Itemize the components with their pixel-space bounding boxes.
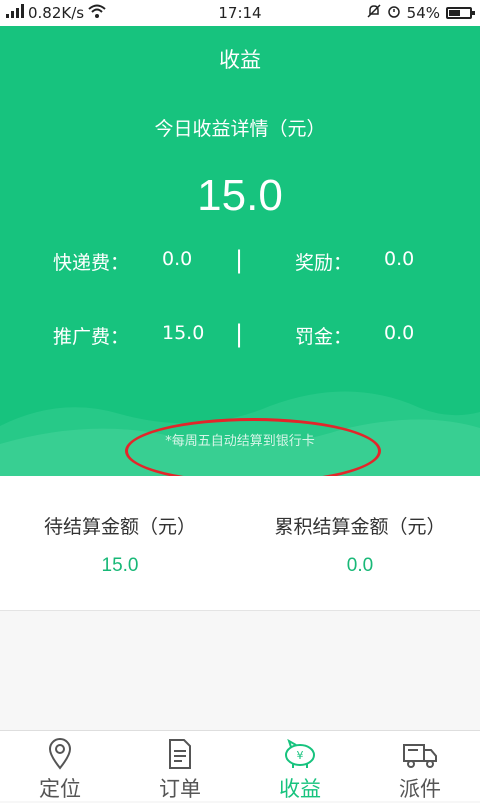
location-pin-icon bbox=[0, 737, 120, 771]
promotion-fee-label: 推广费： bbox=[53, 326, 130, 348]
row-divider: | bbox=[235, 246, 244, 274]
earnings-header: 收益 今日收益详情（元） 15.0 快递费： 0.0 | 奖励： 0.0 推广费… bbox=[0, 26, 480, 476]
earnings-row-1: 快递费： 0.0 | 奖励： 0.0 bbox=[0, 246, 480, 278]
piggy-bank-icon: ¥ bbox=[240, 737, 360, 771]
status-right: 54% bbox=[367, 4, 475, 22]
bottom-nav: 定位 订单 ¥ 收益 派件 bbox=[0, 730, 480, 801]
tab-location[interactable]: 定位 bbox=[0, 737, 120, 803]
battery-percent: 54% bbox=[406, 4, 440, 22]
pending-settlement-label: 待结算金额（元） bbox=[43, 516, 196, 538]
total-settlement: 累积结算金额（元） 0.0 bbox=[240, 512, 480, 577]
row-divider: | bbox=[235, 320, 244, 348]
alarm-icon bbox=[387, 4, 401, 22]
tab-dispatch-label: 派件 bbox=[399, 777, 441, 801]
tab-location-label: 定位 bbox=[39, 777, 81, 801]
highlight-annotation bbox=[125, 418, 381, 476]
today-earnings-total: 15.0 bbox=[197, 171, 283, 220]
today-earnings-subtitle: 今日收益详情（元） bbox=[154, 118, 326, 140]
delivery-fee-label: 快递费： bbox=[53, 252, 130, 274]
earnings-row-2: 推广费： 15.0 | 罚金： 0.0 bbox=[0, 320, 480, 352]
penalty-value: 0.0 bbox=[384, 322, 415, 344]
mute-icon bbox=[367, 4, 381, 22]
tab-orders[interactable]: 订单 bbox=[120, 737, 240, 803]
tab-orders-label: 订单 bbox=[159, 777, 201, 801]
tab-earnings-label: 收益 bbox=[279, 777, 321, 801]
settlement-card: 待结算金额（元） 15.0 累积结算金额（元） 0.0 bbox=[0, 476, 480, 611]
status-bar: 0.82K/s 17:14 54% bbox=[0, 0, 480, 26]
reward-label: 奖励： bbox=[295, 252, 353, 274]
promotion-fee-value: 15.0 bbox=[162, 322, 205, 344]
pending-settlement: 待结算金额（元） 15.0 bbox=[0, 512, 240, 577]
pending-settlement-value: 15.0 bbox=[101, 555, 139, 576]
page-title: 收益 bbox=[219, 48, 261, 72]
battery-icon bbox=[446, 7, 475, 19]
total-settlement-label: 累积结算金额（元） bbox=[274, 516, 446, 538]
reward-value: 0.0 bbox=[384, 248, 415, 270]
penalty-label: 罚金： bbox=[295, 326, 353, 348]
svg-text:¥: ¥ bbox=[297, 749, 304, 762]
delivery-truck-icon bbox=[360, 737, 480, 771]
order-document-icon bbox=[120, 737, 240, 771]
delivery-fee-value: 0.0 bbox=[162, 248, 193, 270]
tab-earnings[interactable]: ¥ 收益 bbox=[240, 737, 360, 803]
tab-dispatch[interactable]: 派件 bbox=[360, 737, 480, 803]
total-settlement-value: 0.0 bbox=[346, 555, 374, 576]
